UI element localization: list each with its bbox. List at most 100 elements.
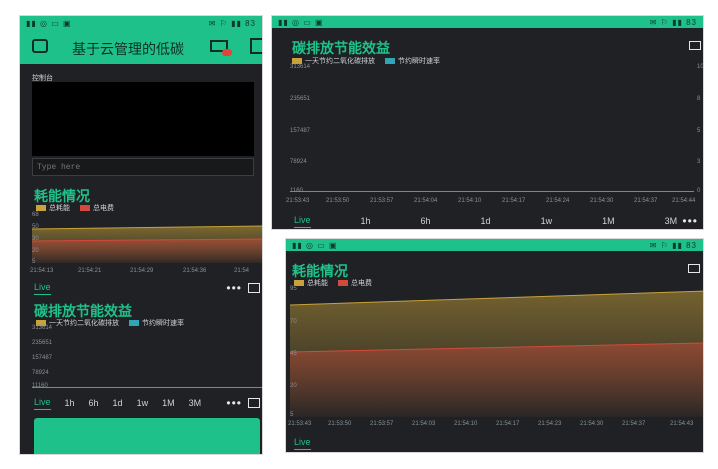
exit-fullscreen-icon[interactable] bbox=[688, 264, 700, 273]
legend-instant-rate: 节约瞬时速率 bbox=[385, 56, 440, 66]
energy-y-tick: 20 bbox=[290, 383, 297, 389]
energy-range-tabs: Live ••• bbox=[34, 281, 260, 295]
tab-3m[interactable]: 3M bbox=[189, 398, 202, 408]
green-action-area[interactable] bbox=[34, 418, 260, 454]
exit-fullscreen-icon[interactable] bbox=[689, 41, 701, 50]
tab-1w[interactable]: 1w bbox=[541, 216, 553, 226]
carbon-x-tick: 21:53:43 bbox=[286, 198, 310, 204]
carbon-landscape-screenshot: ▮▮ ◎ ▭ ▣ ✉ ⚐ ▮▮ 83 碳排放节能效益 一天节约二氧化碳排放 节约… bbox=[271, 15, 704, 230]
carbon-x-tick: 21:54:10 bbox=[458, 198, 482, 204]
carbon-range-tabs: Live 1h 6h 1d 1w 1M 3M ••• bbox=[294, 214, 698, 228]
carbon-x-tick: 21:54:17 bbox=[502, 198, 526, 204]
legend-total-fee: 总电费 bbox=[80, 203, 114, 213]
energy-x-tick: 21:54:03 bbox=[412, 421, 436, 427]
device-icon[interactable] bbox=[32, 39, 48, 53]
console-input[interactable] bbox=[32, 158, 254, 176]
app-bar: 基于云管理的低碳 bbox=[20, 30, 262, 64]
more-icon[interactable]: ••• bbox=[682, 214, 698, 228]
tab-3m[interactable]: 3M bbox=[665, 216, 678, 226]
rate-y-tick: 8 bbox=[697, 96, 701, 102]
tab-live[interactable]: Live bbox=[294, 215, 311, 228]
carbon-legend: 一天节约二氧化碳排放 节约瞬时速率 bbox=[292, 56, 440, 66]
carbon-x-tick: 21:54:24 bbox=[546, 198, 570, 204]
energy-y-tick: 5 bbox=[290, 412, 294, 418]
carbon-title: 碳排放节能效益 bbox=[292, 40, 390, 56]
rate-y-tick: 3 bbox=[697, 159, 701, 165]
energy-x-tick: 21:53:43 bbox=[288, 421, 312, 427]
carbon-y-tick: 78924 bbox=[32, 370, 49, 376]
carbon-x-tick: 21:53:50 bbox=[326, 198, 350, 204]
legend-swatch-rate bbox=[129, 320, 139, 327]
console-output bbox=[32, 82, 254, 156]
tab-1w[interactable]: 1w bbox=[137, 398, 149, 408]
status-bar: ▮▮ ◎ ▭ ▣ ✉ ⚐ ▮▮ 83 bbox=[20, 16, 262, 30]
expand-icon[interactable] bbox=[248, 283, 260, 293]
carbon-x-tick: 21:54:44 bbox=[672, 198, 696, 204]
carbon-range-tabs: Live 1h 6h 1d 1w 1M 3M ••• bbox=[34, 396, 260, 410]
legend-swatch-energy bbox=[36, 205, 46, 212]
tab-1d[interactable]: 1d bbox=[113, 398, 123, 408]
energy-range-tabs: Live bbox=[294, 437, 311, 450]
legend-swatch-fee bbox=[338, 280, 348, 287]
carbon-y-tick: 235651 bbox=[290, 96, 311, 102]
energy-y-tick: 68 bbox=[32, 212, 39, 218]
window-icon[interactable] bbox=[250, 38, 262, 54]
tab-1h[interactable]: 1h bbox=[65, 398, 75, 408]
energy-y-tick: 20 bbox=[32, 248, 39, 254]
carbon-x-tick: 21:54:30 bbox=[590, 198, 614, 204]
carbon-baseline bbox=[290, 191, 694, 192]
tab-1m[interactable]: 1M bbox=[602, 216, 615, 226]
left-phone-screenshot: ▮▮ ◎ ▭ ▣ ✉ ⚐ ▮▮ 83 基于云管理的低碳 控制台 耗能情况 总耗能… bbox=[19, 15, 263, 455]
energy-y-tick: 70 bbox=[290, 319, 297, 325]
carbon-y-tick: 313614 bbox=[290, 64, 311, 70]
energy-x-tick: 21:54:37 bbox=[622, 421, 646, 427]
energy-x-tick: 21:54:30 bbox=[580, 421, 604, 427]
status-left-icons: ▮▮ ◎ ▭ ▣ bbox=[278, 17, 324, 27]
status-right-icons: ✉ ⚐ ▮▮ 83 bbox=[208, 18, 256, 28]
carbon-y-tick: 313614 bbox=[32, 325, 53, 331]
status-left-icons: ▮▮ ◎ ▭ ▣ bbox=[26, 18, 72, 28]
tab-6h[interactable]: 6h bbox=[421, 216, 431, 226]
energy-chart bbox=[289, 287, 703, 417]
energy-x-tick: 21:54:36 bbox=[183, 268, 207, 274]
energy-y-tick: 30 bbox=[32, 236, 39, 242]
legend-swatch-rate bbox=[385, 58, 395, 65]
energy-x-tick: 21:54:21 bbox=[78, 268, 102, 274]
status-left-icons: ▮▮ ◎ ▭ ▣ bbox=[292, 240, 338, 250]
energy-x-tick: 21:54:29 bbox=[130, 268, 154, 274]
carbon-y-tick: 157487 bbox=[32, 355, 53, 361]
status-bar: ▮▮ ◎ ▭ ▣ ✉ ⚐ ▮▮ 83 bbox=[286, 239, 703, 251]
carbon-y-tick: 235651 bbox=[32, 340, 53, 346]
carbon-x-tick: 21:54:04 bbox=[414, 198, 438, 204]
tab-1m[interactable]: 1M bbox=[162, 398, 175, 408]
tab-live[interactable]: Live bbox=[34, 397, 51, 410]
tab-1d[interactable]: 1d bbox=[481, 216, 491, 226]
tab-6h[interactable]: 6h bbox=[89, 398, 99, 408]
expand-icon[interactable] bbox=[248, 398, 260, 408]
more-icon[interactable]: ••• bbox=[226, 281, 242, 295]
legend-total-energy: 总耗能 bbox=[36, 203, 70, 213]
tab-1h[interactable]: 1h bbox=[361, 216, 371, 226]
energy-legend: 总耗能 总电费 bbox=[36, 203, 114, 213]
energy-landscape-screenshot: ▮▮ ◎ ▭ ▣ ✉ ⚐ ▮▮ 83 耗能情况 总耗能 总电费 95 70 45… bbox=[285, 238, 704, 453]
carbon-legend: 一天节约二氧化碳排放 节约瞬时速率 bbox=[36, 318, 184, 328]
rate-y-tick: 10 bbox=[697, 64, 704, 70]
rate-y-tick: 5 bbox=[697, 128, 701, 134]
rate-y-tick: 0 bbox=[697, 188, 701, 194]
carbon-y-tick: 157487 bbox=[290, 128, 311, 134]
carbon-y-tick: 78924 bbox=[290, 159, 307, 165]
status-bar: ▮▮ ◎ ▭ ▣ ✉ ⚐ ▮▮ 83 bbox=[272, 16, 703, 28]
energy-x-tick: 21:54:13 bbox=[30, 268, 54, 274]
energy-chart bbox=[31, 213, 262, 263]
tab-live[interactable]: Live bbox=[34, 282, 51, 295]
carbon-x-tick: 21:54:37 bbox=[634, 198, 658, 204]
energy-y-tick: 5 bbox=[32, 259, 36, 265]
energy-x-tick: 21:54:43 bbox=[670, 421, 694, 427]
more-icon[interactable]: ••• bbox=[226, 396, 242, 410]
carbon-x-tick: 21:53:57 bbox=[370, 198, 394, 204]
energy-x-tick: 21:54:10 bbox=[454, 421, 478, 427]
tab-live[interactable]: Live bbox=[294, 437, 311, 450]
fee-area bbox=[32, 239, 262, 263]
energy-x-tick: 21:53:57 bbox=[370, 421, 394, 427]
app-title: 基于云管理的低碳 bbox=[72, 41, 184, 57]
